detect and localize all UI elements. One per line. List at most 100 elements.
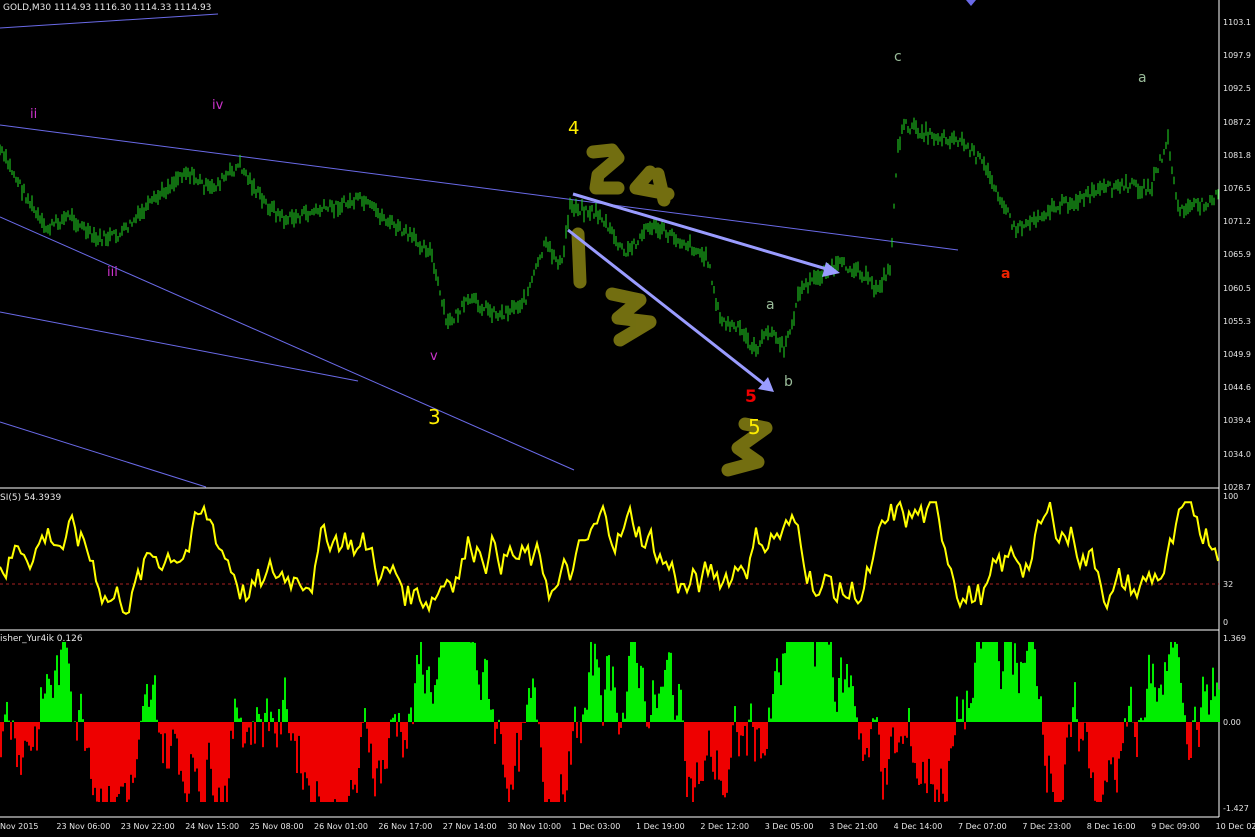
- fisher-bar: [902, 722, 904, 744]
- fisher-bar: [786, 642, 788, 722]
- fisher-bar: [274, 722, 276, 734]
- fisher-bar: [356, 722, 358, 793]
- time-tick-label: 2 Dec 12:00: [700, 822, 750, 831]
- fisher-bar: [600, 695, 602, 722]
- fisher-bar: [1210, 700, 1212, 722]
- fisher-bar: [908, 707, 910, 722]
- fisher-bar: [624, 718, 626, 722]
- fisher-bar: [528, 688, 530, 722]
- fisher-bar: [524, 722, 526, 723]
- fisher-bar: [614, 687, 616, 722]
- trendline-mid[interactable]: [0, 311, 359, 382]
- fisher-bar: [200, 722, 202, 802]
- time-tick-label: 27 Nov 14:00: [442, 822, 497, 831]
- fisher-bar: [1058, 722, 1060, 802]
- fisher-bar: [788, 642, 790, 722]
- symbol-info: GOLD,M30 1114.93 1116.30 1114.33 1114.93: [3, 3, 212, 13]
- fisher-bar: [388, 722, 390, 739]
- fisher-bar: [620, 722, 622, 728]
- fisher-bar: [34, 722, 36, 727]
- handwritten-4: [629, 165, 675, 207]
- fisher-bar: [612, 666, 614, 722]
- fisher-bar: [38, 722, 40, 730]
- fisher-bar: [1152, 663, 1154, 722]
- fisher-bar: [1036, 686, 1038, 722]
- fisher-bar: [798, 642, 800, 722]
- fisher-bar: [314, 722, 316, 802]
- fisher-bar: [172, 722, 174, 730]
- trendline-top[interactable]: [0, 13, 219, 29]
- fisher-bar: [10, 722, 12, 740]
- wave-label-v: v: [430, 349, 438, 364]
- trendlines[interactable]: [0, 13, 959, 488]
- fisher-bar: [1116, 722, 1118, 793]
- fisher-bar: [782, 653, 784, 722]
- fisher-bar: [332, 722, 334, 802]
- chart-canvas[interactable]: [0, 0, 1255, 837]
- fisher-bar: [548, 722, 550, 800]
- fisher-bar: [258, 714, 260, 722]
- fisher-bar: [146, 684, 148, 722]
- fisher-bar: [92, 722, 94, 796]
- fisher-bar: [306, 722, 308, 779]
- fisher-bar: [400, 722, 402, 732]
- fisher-bar: [968, 707, 970, 722]
- fisher-bar: [978, 642, 980, 722]
- fisher-bar: [142, 706, 144, 722]
- fisher-bar: [810, 642, 812, 722]
- fisher-bar: [958, 719, 960, 722]
- fisher-bar: [318, 722, 320, 797]
- fisher-bar: [706, 722, 708, 756]
- fisher-bar: [190, 722, 192, 755]
- fisher-bar: [898, 722, 900, 743]
- fisher-bar: [420, 642, 422, 722]
- fisher-bar: [684, 722, 686, 762]
- price-tick-label: 1060.5: [1223, 283, 1251, 293]
- time-tick-label: 1 Dec 19:00: [636, 822, 685, 831]
- fisher-bar: [358, 722, 360, 769]
- fisher-bar: [1016, 662, 1018, 722]
- fisher-bar: [0, 722, 2, 758]
- fisher-bar: [992, 642, 994, 722]
- time-tick-label: 26 Nov 17:00: [378, 822, 433, 831]
- fisher-bar: [1100, 722, 1102, 802]
- fisher-bar: [298, 722, 300, 736]
- rsi-tick-label: 100: [1223, 492, 1239, 501]
- fisher-bar: [1120, 722, 1122, 752]
- shift-marker-icon[interactable]: [966, 0, 976, 6]
- fisher-bar: [220, 722, 222, 802]
- fisher-bar: [242, 722, 244, 748]
- fisher-bar: [234, 698, 236, 722]
- fisher-bar: [442, 642, 444, 722]
- fisher-bar: [1006, 642, 1008, 722]
- fisher-bar: [616, 712, 618, 722]
- fisher-bar: [394, 714, 396, 722]
- fisher-bar: [248, 722, 250, 728]
- fisher-bar: [536, 719, 538, 722]
- fisher-bar: [302, 722, 304, 790]
- trendline-channel[interactable]: [0, 216, 575, 471]
- fisher-bar: [108, 722, 110, 787]
- fisher-bar: [582, 714, 584, 722]
- fisher-bar: [424, 693, 426, 722]
- fisher-bar: [1064, 722, 1066, 765]
- fisher-bar: [728, 722, 730, 770]
- fisher-bar: [1138, 719, 1140, 722]
- fisher-bar: [1196, 722, 1198, 730]
- fisher-bar: [344, 722, 346, 802]
- fisher-bar: [816, 642, 818, 722]
- trendline-bottom[interactable]: [0, 421, 207, 488]
- fisher-bar: [1216, 682, 1218, 722]
- fisher-bar: [934, 722, 936, 802]
- fisher-bar: [208, 722, 210, 743]
- fisher-bar: [1150, 683, 1152, 722]
- fisher-bar: [130, 722, 132, 775]
- fisher-bar: [136, 722, 138, 760]
- fisher-bar: [520, 722, 522, 741]
- fisher-bar: [1104, 722, 1106, 781]
- fisher-bar: [36, 722, 38, 751]
- trendline-long[interactable]: [0, 124, 959, 251]
- fisher-bar: [76, 722, 78, 741]
- fisher-bar: [382, 722, 384, 760]
- fisher-bar: [606, 656, 608, 722]
